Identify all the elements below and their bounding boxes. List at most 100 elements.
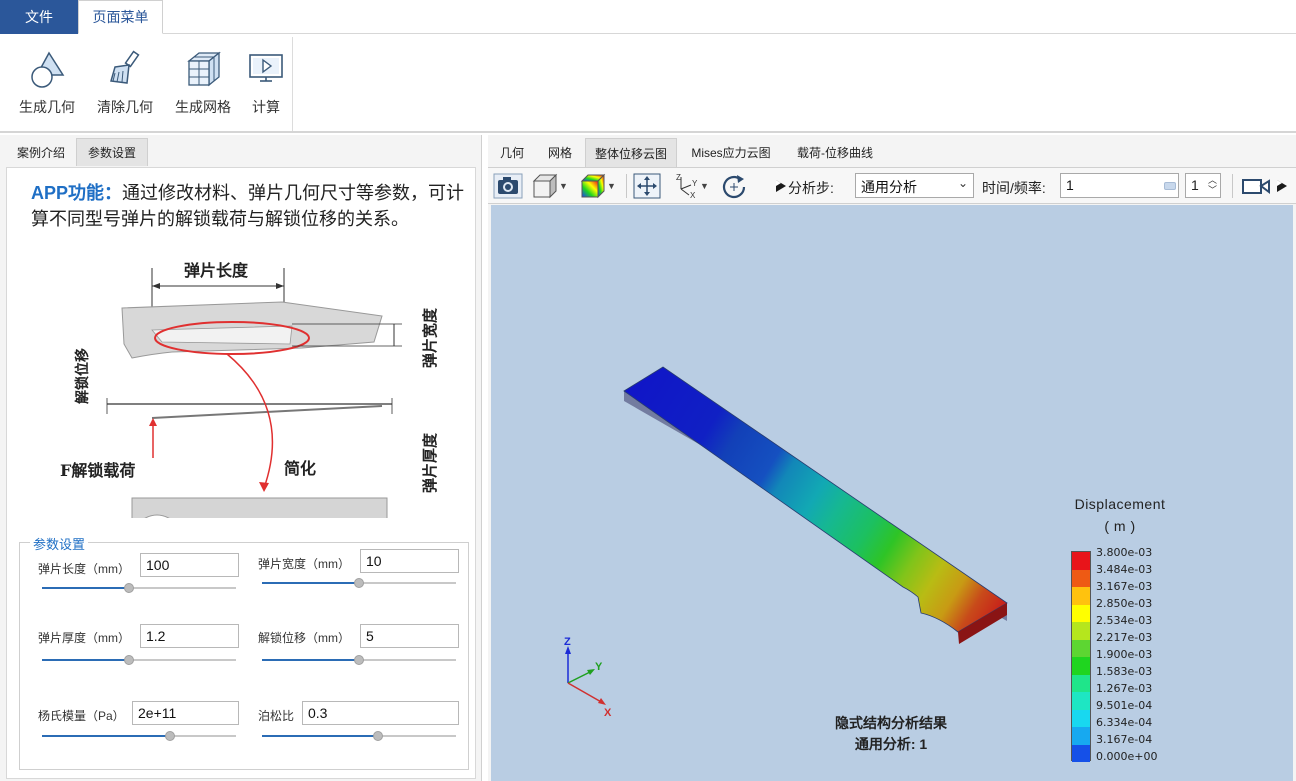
color-bar-label: 2.217e-03 [1096,631,1153,644]
geometry-shapes-icon [31,51,65,88]
chevron-down-icon: ⌄ [957,176,968,190]
color-bar-segment [1072,604,1090,622]
step-label: 分析步: [788,180,834,196]
frame-value: 1 [1191,177,1199,193]
step-select[interactable]: 通用分析 ⌄ [855,173,974,198]
mesh-cube-icon [187,51,221,87]
legend-unit: ( m ) [1104,518,1136,534]
simplify-label: 简化 [284,459,316,478]
play-button[interactable] [1276,173,1288,199]
result-title-line1: 隐式结构分析结果 [835,715,947,731]
result-viewport[interactable]: Z Y X Displacement ( m ) 3.800e-03 3.484e… [491,205,1293,781]
color-bar-segment [1072,552,1090,570]
view-toolbar: ▼ ▼ Z Y X ▼ 分析步: 通用分析 ⌄ 时间/频率: 1 1 ︿ ﹀ [488,167,1296,204]
time-select[interactable]: 1 ⌄ [1060,173,1179,198]
svg-text:X: X [604,707,612,719]
poisson-field-label: 泊松比 [258,709,295,723]
screenshot-button[interactable] [493,173,523,199]
tab-case-intro[interactable]: 案例介绍 [8,138,74,166]
tab-load-disp[interactable]: 载荷-位移曲线 [788,138,882,167]
legend-title-text: Displacement [1074,496,1166,512]
color-bar-label: 1.583e-03 [1096,665,1153,678]
compute-button[interactable]: 计算 [242,37,290,127]
tab-param-settings[interactable]: 参数设置 [76,138,148,166]
thickness-label: 弹片厚度 [421,432,439,493]
tab-geometry[interactable]: 几何 [492,138,532,167]
param-content: APP功能：通过修改材料、弹片几何尺寸等参数，可计算不同型号弹片的解锁载荷与解锁… [6,167,476,779]
color-bar-segment [1072,692,1090,710]
poisson-input[interactable] [302,701,459,725]
fit-view-button[interactable] [633,173,661,199]
length-slider[interactable] [42,582,236,594]
color-bar-label: 3.167e-04 [1096,733,1153,746]
monitor-run-icon [249,54,283,82]
color-bar [1071,551,1091,762]
color-bar-labels: 3.800e-03 3.484e-03 3.167e-03 2.850e-03 2.53… [1096,544,1157,765]
left-panel: 案例介绍 参数设置 APP功能：通过修改材料、弹片几何尺寸等参数，可计算不同型号… [0,135,482,781]
color-map-dropdown[interactable]: ▼ [580,173,616,199]
width-label: 弹片宽度 [421,307,439,368]
frame-spinbox[interactable]: 1 ︿ ﹀ [1185,173,1221,198]
color-bar-label: 2.534e-03 [1096,614,1153,627]
thickness-input[interactable] [140,624,239,648]
result-title-line2: 通用分析: 1 [854,736,928,752]
color-bar-label: 6.334e-04 [1096,716,1153,729]
fit-view-icon [633,173,661,199]
tab-displacement[interactable]: 整体位移云图 [585,138,677,167]
menu-page[interactable]: 页面菜单 [78,0,163,34]
frame-slider-handle[interactable] [1164,181,1176,191]
generate-mesh-button[interactable]: 生成网格 [168,37,238,127]
color-bar-label: 9.501e-04 [1096,699,1153,712]
coordinate-triad: Z Y X [564,636,612,719]
youngs-input[interactable] [132,701,239,725]
view-cube-dropdown[interactable]: ▼ [532,173,568,199]
record-video-button[interactable] [1241,173,1271,199]
svg-text:X: X [690,191,696,199]
menu-bar: 文件 页面菜单 [0,0,1296,34]
clear-geometry-button[interactable]: 清除几何 [90,37,160,127]
rotate-view-button[interactable] [720,173,748,199]
color-bar-segment [1072,674,1090,692]
width-input[interactable] [360,549,459,573]
thickness-slider[interactable] [42,654,236,666]
axis-view-dropdown[interactable]: Z Y X ▼ [673,173,709,199]
unlock-disp-slider[interactable] [262,654,456,666]
color-bar-label: 3.484e-03 [1096,563,1153,576]
tab-mises[interactable]: Mises应力云图 [684,138,778,167]
color-bar-label: 3.167e-03 [1096,580,1153,593]
video-camera-icon [1242,179,1270,194]
legend-title: Displacement ( m ) [1051,493,1189,537]
unlock-disp-input[interactable] [360,624,459,648]
youngs-field-label: 杨氏模量（Pa） [38,709,125,723]
spring-clip-schematic: 弹片长度 弹片宽度 解锁位移 弹片厚度 F解锁载荷 简化 [60,261,439,518]
ribbon: 生成几何 清除几何 生成网格 计算 [0,34,1296,133]
load-label: F解锁载荷 [60,461,135,480]
menu-file[interactable]: 文件 [0,0,78,34]
svg-text:Y: Y [595,661,603,673]
param-group-title: 参数设置 [30,534,89,553]
app-heading: APP功能： [31,183,123,203]
width-slider[interactable] [262,577,456,589]
color-bar-segment [1072,639,1090,657]
camera-icon [493,173,523,199]
step-select-value: 通用分析 [861,179,917,195]
youngs-slider[interactable] [42,730,236,742]
poisson-slider[interactable] [262,730,456,742]
rotate-icon [722,175,746,199]
color-bar-label: 0.000e+00 [1096,750,1158,763]
app-description: APP功能：通过修改材料、弹片几何尺寸等参数，可计算不同型号弹片的解锁载荷与解锁… [31,180,471,232]
tab-mesh[interactable]: 网格 [538,138,582,167]
length-input[interactable] [140,553,239,577]
length-label: 弹片长度 [184,261,249,280]
color-bar-label: 1.900e-03 [1096,648,1153,661]
color-bar-label: 2.850e-03 [1096,597,1153,610]
color-contour-icon [580,173,606,199]
color-bar-label: 3.800e-03 [1096,546,1153,559]
time-select-value: 1 [1066,177,1074,193]
app-window: 文件 页面菜单 生成几何 清除几何 生成网格 计算 案例介绍 参数设置 APP功… [0,0,1296,781]
brush-icon [110,50,140,84]
color-bar-segment [1072,744,1090,762]
generate-geometry-button[interactable]: 生成几何 [12,37,82,127]
color-bar-segment [1072,709,1090,727]
time-label: 时间/频率: [982,180,1046,196]
